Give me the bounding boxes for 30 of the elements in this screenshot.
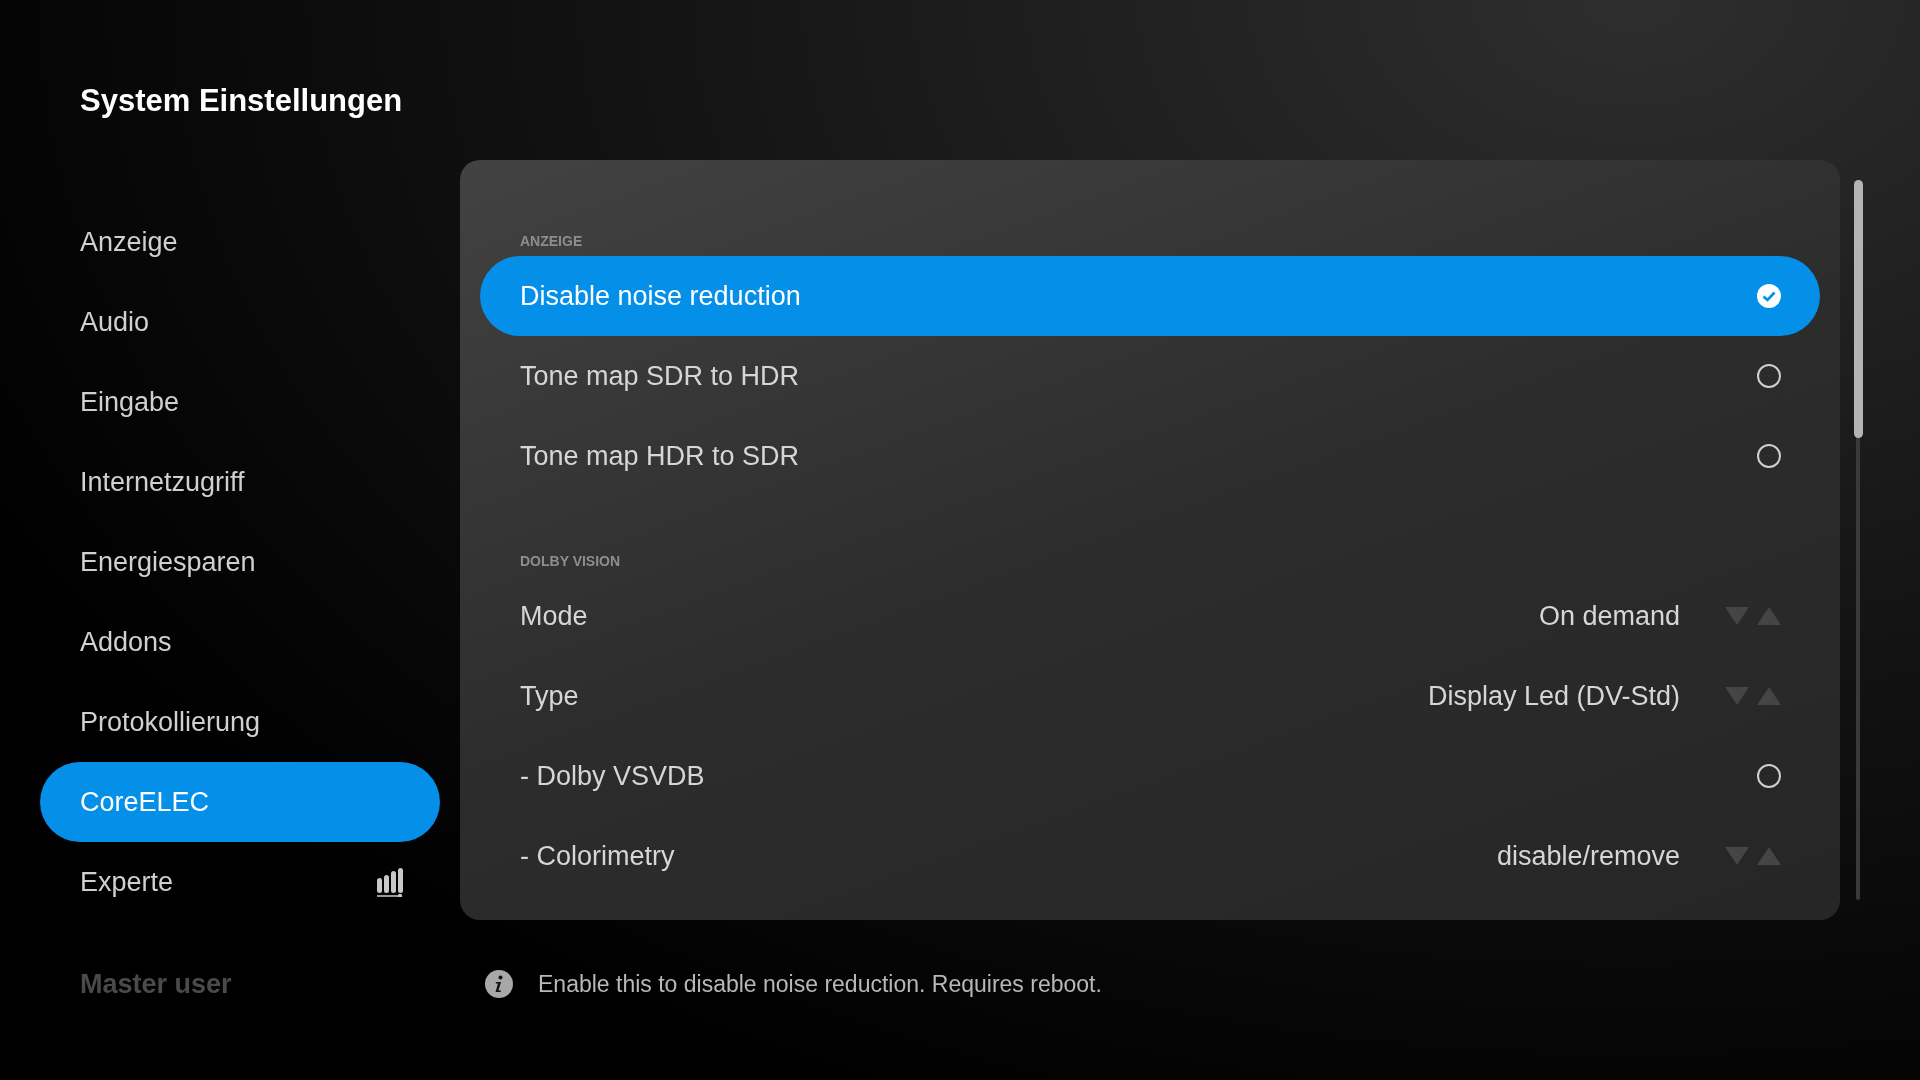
sidebar-item[interactable]: Addons <box>40 602 440 682</box>
sidebar-item[interactable]: Energiesparen <box>40 522 440 602</box>
setting-row[interactable]: Mode On demand <box>480 576 1820 656</box>
up-arrow-icon[interactable] <box>1756 846 1782 866</box>
setting-value: On demand <box>1538 600 1680 632</box>
sidebar-item[interactable]: Experte <box>40 842 440 922</box>
info-text: Enable this to disable noise reduction. Requires reboot. <box>538 970 1102 998</box>
setting-value: disable/remove <box>1496 840 1680 872</box>
down-arrow-icon[interactable] <box>1724 606 1750 626</box>
setting-row[interactable]: Type Display Led (DV-Std) <box>480 656 1820 736</box>
scrollbar-thumb[interactable] <box>1854 180 1863 438</box>
user-name: Master user <box>80 968 233 1000</box>
up-arrow-icon[interactable] <box>1756 606 1782 626</box>
sidebar-item[interactable]: Audio <box>40 282 440 362</box>
sidebar-item[interactable]: Internetzugriff <box>40 442 440 522</box>
down-arrow-icon[interactable] <box>1724 686 1750 706</box>
page-title: System Einstellungen <box>80 82 404 120</box>
sidebar-item[interactable]: Anzeige <box>40 202 440 282</box>
sidebar-item[interactable]: Eingabe <box>40 362 440 442</box>
setting-row[interactable]: Tone map HDR to SDR <box>480 416 1820 496</box>
setting-value: Display Led (DV-Std) <box>1427 680 1680 712</box>
setting-row[interactable]: Tone map SDR to HDR <box>480 336 1820 416</box>
info-icon <box>484 969 514 999</box>
section-heading: ANZEIGE <box>519 232 584 251</box>
sidebar-item[interactable]: Protokollierung <box>40 682 440 762</box>
setting-row[interactable]: - Dolby VSVDB <box>480 736 1820 816</box>
setting-row[interactable]: - Colorimetry disable/remove <box>480 816 1820 896</box>
down-arrow-icon[interactable] <box>1724 846 1750 866</box>
up-arrow-icon[interactable] <box>1756 686 1782 706</box>
section-heading: DOLBY VISION <box>519 552 622 571</box>
